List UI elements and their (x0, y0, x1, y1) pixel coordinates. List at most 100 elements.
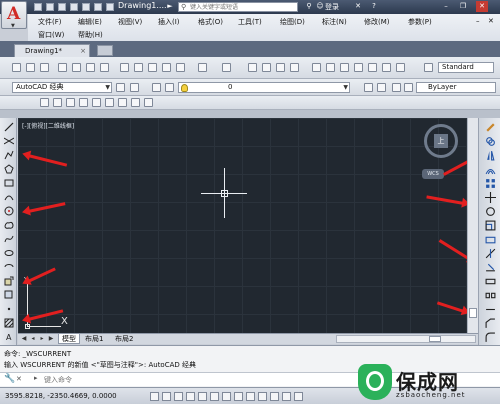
layer-states-icon[interactable] (165, 83, 174, 92)
vertical-scrollbar[interactable] (467, 118, 478, 333)
undo-icon[interactable] (94, 3, 102, 11)
menu-format[interactable]: 格式(O) (198, 17, 223, 27)
help-toolbar-icon[interactable] (396, 63, 405, 72)
undo-toolbar-icon[interactable] (198, 63, 207, 72)
construction-line-icon[interactable] (4, 136, 14, 146)
ucs-origin-icon[interactable] (118, 98, 127, 107)
command-input[interactable] (44, 375, 244, 385)
properties-icon[interactable] (312, 63, 321, 72)
ucs-3point-icon[interactable] (144, 98, 153, 107)
selection-cycling-icon[interactable] (294, 392, 303, 401)
block-editor-icon[interactable] (176, 63, 185, 72)
extend-icon[interactable] (485, 262, 496, 273)
ucs-view-icon[interactable] (105, 98, 114, 107)
open-file-icon[interactable] (46, 3, 54, 11)
transparency-icon[interactable] (270, 392, 279, 401)
rectangle-icon[interactable] (4, 178, 14, 188)
chamfer-icon[interactable] (485, 318, 496, 329)
grid-display-icon[interactable] (162, 392, 171, 401)
redo-icon[interactable] (106, 3, 114, 11)
copy-icon[interactable] (134, 63, 143, 72)
workspace-select[interactable]: AutoCAD 经典 ▼ (12, 82, 112, 93)
plot-icon[interactable] (58, 63, 67, 72)
ucs-object-icon[interactable] (92, 98, 101, 107)
move-icon[interactable] (485, 192, 496, 203)
ortho-icon[interactable] (174, 392, 183, 401)
new-tab-button[interactable] (97, 45, 113, 56)
color-control-icon[interactable] (392, 83, 401, 92)
stretch-icon[interactable] (485, 234, 496, 245)
search-box[interactable]: ⚲ (178, 2, 298, 12)
workspace-lock-icon[interactable] (130, 83, 139, 92)
menu-tools[interactable]: 工具(T) (238, 17, 262, 27)
pan-icon[interactable] (248, 63, 257, 72)
tab-layout1[interactable]: 布局1 (82, 334, 106, 344)
login-link[interactable]: 登录 (325, 2, 339, 12)
quick-properties-icon[interactable] (282, 392, 291, 401)
ucs-previous-icon[interactable] (66, 98, 75, 107)
3d-print-icon[interactable] (100, 63, 109, 72)
ducs-icon[interactable] (234, 392, 243, 401)
prev-layout-icon[interactable]: ◂ (29, 335, 37, 343)
print-icon[interactable] (82, 3, 90, 11)
tool-palettes-icon[interactable] (340, 63, 349, 72)
ucs-face-icon[interactable] (79, 98, 88, 107)
design-center-icon[interactable] (326, 63, 335, 72)
arc-icon[interactable] (4, 192, 14, 202)
wcs-menu[interactable]: WCS (422, 169, 444, 179)
menu-insert[interactable]: 插入(I) (158, 17, 180, 27)
text-style-icon[interactable] (424, 63, 433, 72)
polar-icon[interactable] (186, 392, 195, 401)
menu-dimension[interactable]: 标注(N) (322, 17, 347, 27)
otrack-icon[interactable] (222, 392, 231, 401)
dyn-icon[interactable] (246, 392, 255, 401)
tab-layout2[interactable]: 布局2 (112, 334, 136, 344)
qnew-icon[interactable] (12, 63, 21, 72)
match-properties-icon[interactable] (162, 63, 171, 72)
zoom-realtime-icon[interactable] (262, 63, 271, 72)
publish-icon[interactable] (86, 63, 95, 72)
layer-properties-icon[interactable] (152, 83, 161, 92)
break-at-point-icon[interactable] (485, 276, 496, 287)
viewcube[interactable]: 上 (424, 124, 458, 158)
quickcalc-icon[interactable] (382, 63, 391, 72)
paste-icon[interactable] (148, 63, 157, 72)
polygon-icon[interactable] (4, 164, 14, 174)
erase-icon[interactable] (485, 122, 496, 133)
coordinate-readout[interactable]: 3595.8218, -2350.4669, 0.0000 (5, 392, 117, 400)
insert-block-icon[interactable] (4, 276, 14, 286)
ellipse-icon[interactable] (4, 248, 14, 258)
next-layout-icon[interactable]: ▸ (38, 335, 46, 343)
open-icon[interactable] (26, 63, 35, 72)
close-window-icon[interactable]: ✕ (476, 1, 488, 12)
restore-icon[interactable]: ❐ (457, 1, 469, 12)
exchange-icon[interactable]: ✕ (352, 1, 364, 12)
workspace-settings-icon[interactable] (116, 83, 125, 92)
menu-modify[interactable]: 修改(M) (364, 17, 390, 27)
last-layout-icon[interactable]: ▶ (47, 335, 55, 343)
first-layout-icon[interactable]: ◀ (20, 335, 28, 343)
lineweight-icon[interactable] (258, 392, 267, 401)
color-dropdown-icon[interactable] (404, 83, 413, 92)
tab-drawing1[interactable]: Drawing1* × (14, 44, 90, 57)
break-icon[interactable] (485, 290, 496, 301)
application-menu-button[interactable]: A ▼ (1, 1, 27, 29)
wrench-icon[interactable]: 🔧 (4, 374, 15, 384)
scroll-thumb[interactable] (429, 336, 441, 342)
linetype-select[interactable]: ByLayer (416, 82, 496, 93)
circle-icon[interactable] (4, 206, 14, 216)
rotate-icon[interactable] (485, 206, 496, 217)
plot-preview-icon[interactable] (72, 63, 81, 72)
snap-icon[interactable] (150, 392, 159, 401)
markup-icon[interactable] (368, 63, 377, 72)
menu-draw[interactable]: 绘图(D) (280, 17, 305, 27)
save-as-icon[interactable] (70, 3, 78, 11)
drawing-canvas[interactable]: [-][俯视][二维线框] 上 WCS Y X (18, 118, 467, 333)
hatch-icon[interactable] (4, 318, 14, 328)
menu-view[interactable]: 视图(V) (118, 17, 142, 27)
menu-file[interactable]: 文件(F) (38, 17, 62, 27)
viewport-controls[interactable]: [-][俯视][二维线框] (22, 121, 74, 130)
fillet-icon[interactable] (485, 332, 496, 343)
polyline-icon[interactable] (4, 150, 14, 160)
zoom-previous-icon[interactable] (290, 63, 299, 72)
